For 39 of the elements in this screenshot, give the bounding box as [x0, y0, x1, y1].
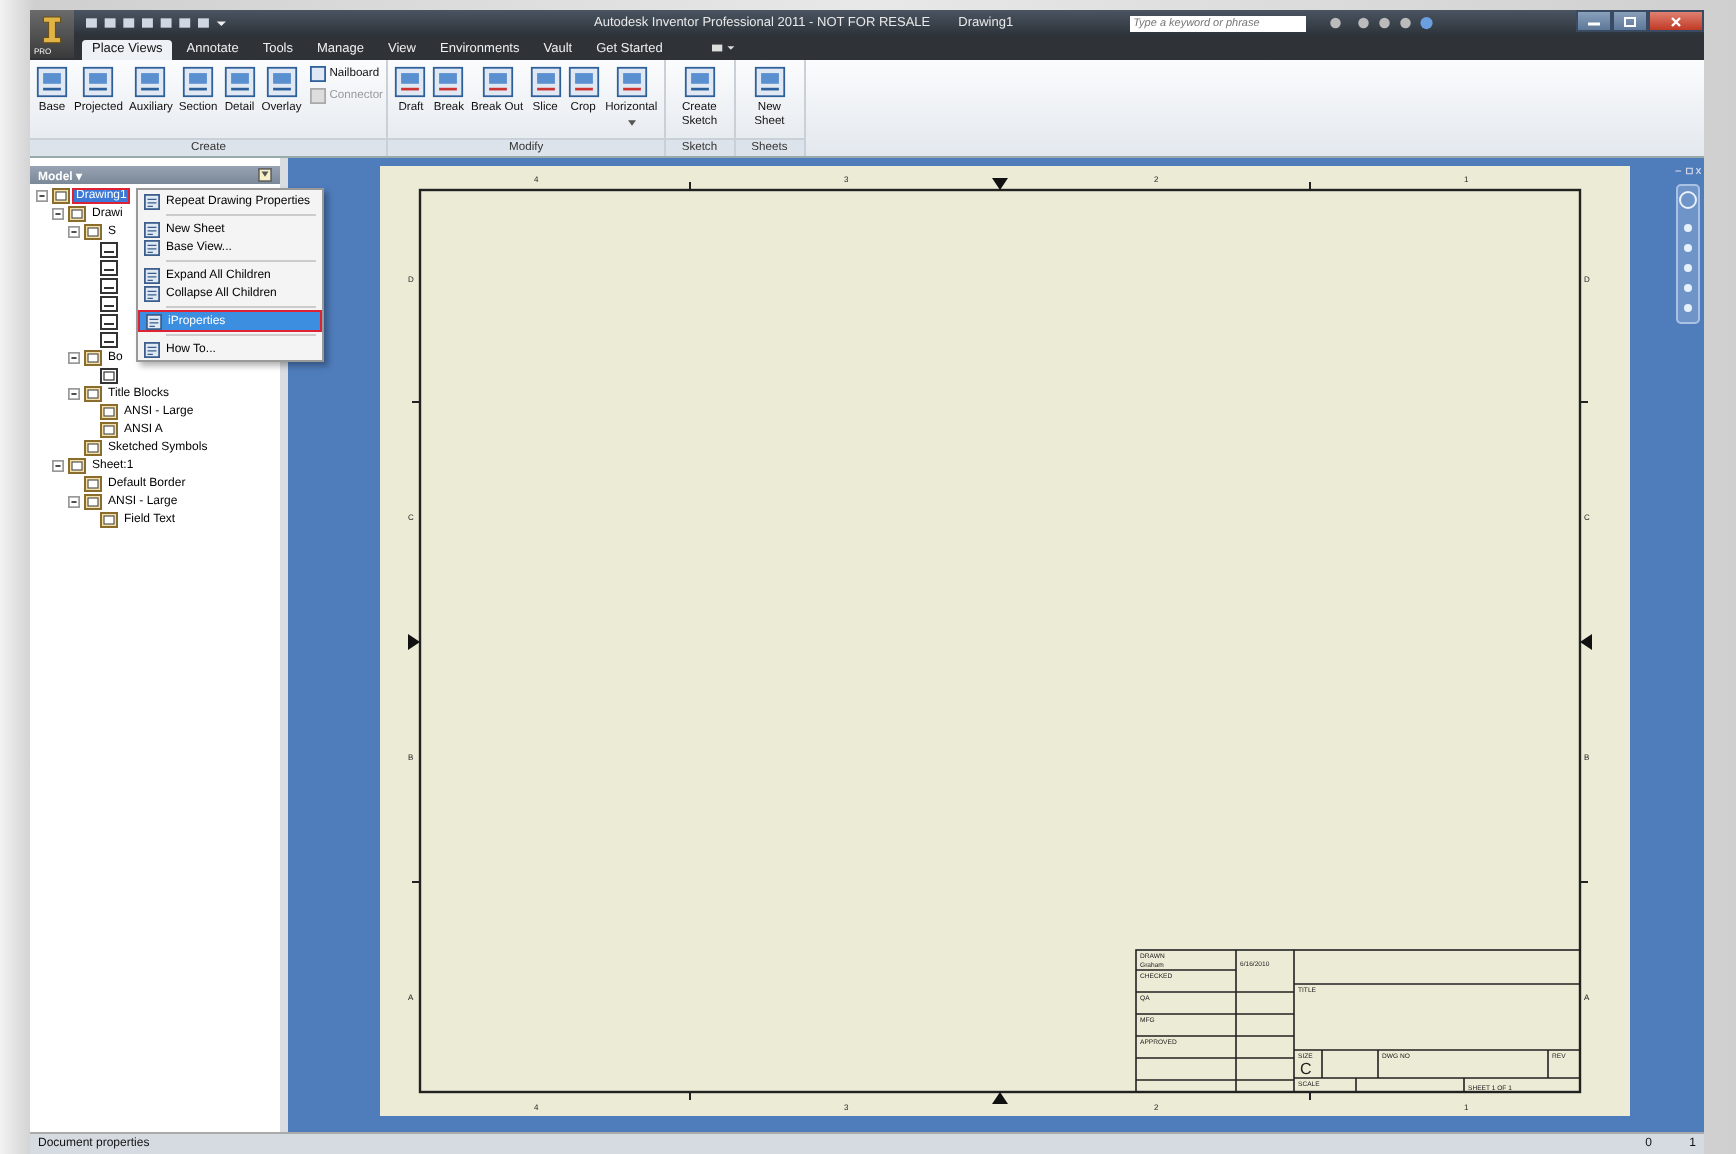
- navigation-bar-icon[interactable]: [1676, 184, 1700, 324]
- collapse-toggle-icon[interactable]: [52, 459, 64, 471]
- view-frame-icon: [394, 66, 427, 98]
- view-frame-icon: [683, 66, 716, 98]
- collapse-toggle-icon[interactable]: [68, 225, 80, 237]
- document-icon: [84, 349, 102, 365]
- collapse-toggle-icon[interactable]: [52, 207, 64, 219]
- title-block-value: C: [1300, 1060, 1312, 1078]
- view-frame-icon: [529, 66, 562, 98]
- collapse-toggle-icon[interactable]: [68, 351, 80, 363]
- menu-item-icon: [144, 193, 160, 209]
- view-frame-icon: [223, 66, 256, 98]
- menu-item-icon: [144, 341, 160, 357]
- collapse-toggle-icon[interactable]: [68, 495, 80, 507]
- quick-access-toolbar-icon[interactable]: [86, 16, 226, 30]
- minimize-button[interactable]: [1576, 10, 1612, 32]
- collapse-toggle-icon[interactable]: [36, 189, 48, 201]
- collapse-toggle-icon[interactable]: [68, 387, 80, 399]
- filter-icon[interactable]: [258, 168, 272, 182]
- view-frame-icon: [753, 66, 786, 98]
- view-frame-icon: [36, 66, 68, 98]
- view-frame-icon: [182, 66, 215, 98]
- border-icon: [100, 367, 118, 383]
- maximize-icon: [1622, 15, 1638, 27]
- view-frame-icon: [134, 66, 167, 98]
- dropdown-arrow-icon: [627, 119, 636, 126]
- view-frame-icon: [481, 66, 514, 98]
- menu-item-icon: [146, 313, 162, 329]
- view-frame-icon: [82, 66, 115, 98]
- maximize-button[interactable]: [1612, 10, 1648, 32]
- letter-i-logo-icon: [40, 14, 64, 44]
- view-frame-icon: [432, 66, 465, 98]
- panel-options-icon[interactable]: [712, 42, 737, 54]
- view-frame-icon: [567, 66, 600, 98]
- close-button[interactable]: [1648, 10, 1704, 32]
- window-controls-icon[interactable]: [1674, 166, 1702, 176]
- close-icon: [1668, 15, 1684, 27]
- view-frame-icon: [615, 66, 648, 98]
- view-frame-icon: [265, 66, 298, 98]
